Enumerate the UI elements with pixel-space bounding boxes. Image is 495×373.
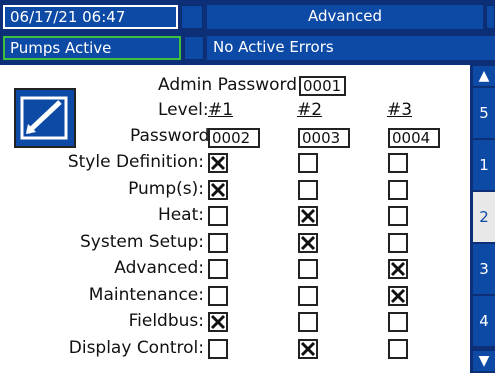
checkbox-level-3[interactable] [388, 286, 408, 306]
checkbox-level-1[interactable] [208, 339, 228, 359]
level-1-header: #1 [208, 100, 234, 120]
checkbox-level-2[interactable] [298, 312, 318, 332]
screen-title: Advanced [207, 5, 483, 29]
checkbox-level-2[interactable] [298, 259, 318, 279]
checkbox-level-3[interactable] [388, 153, 408, 173]
page-button-5[interactable]: 5 [473, 88, 495, 138]
password-level-3[interactable]: 0004 [388, 128, 440, 148]
row-label: Display Control: [68, 338, 204, 358]
admin-password-field[interactable]: 0001 [299, 76, 346, 96]
check-x-icon [390, 261, 406, 277]
row-label: Pump(s): [128, 179, 204, 199]
status-square [184, 36, 204, 60]
page-button-3[interactable]: 3 [473, 244, 495, 294]
level-2-header: #2 [297, 100, 323, 120]
checkbox-level-2[interactable] [298, 339, 318, 359]
password-label: Password: [130, 126, 216, 146]
row-label: System Setup: [79, 232, 204, 252]
check-x-icon [390, 288, 406, 304]
checkbox-level-2[interactable] [298, 206, 318, 226]
checkbox-level-3[interactable] [388, 206, 408, 226]
checkbox-level-1[interactable] [208, 286, 228, 306]
checkbox-level-1[interactable] [208, 180, 228, 200]
row-label: Heat: [157, 205, 204, 225]
check-x-icon [300, 208, 316, 224]
checkbox-level-2[interactable] [298, 286, 318, 306]
error-status: No Active Errors [207, 36, 495, 60]
page-button-2[interactable]: 2 [473, 192, 495, 242]
checkbox-level-2[interactable] [298, 153, 318, 173]
check-x-icon [210, 314, 226, 330]
checkbox-level-2[interactable] [298, 180, 318, 200]
checkbox-level-3[interactable] [388, 233, 408, 253]
check-x-icon [210, 182, 226, 198]
header-square-right [486, 5, 495, 29]
checkbox-level-1[interactable] [208, 153, 228, 173]
row-label: Maintenance: [88, 285, 204, 305]
check-x-icon [300, 235, 316, 251]
checkbox-level-1[interactable] [208, 233, 228, 253]
password-level-2[interactable]: 0003 [298, 128, 350, 148]
status-badge: Pumps Active [3, 36, 181, 60]
header-square [181, 5, 203, 29]
checkbox-level-1[interactable] [208, 206, 228, 226]
checkbox-level-3[interactable] [388, 339, 408, 359]
arrow-up-icon[interactable]: ▲ [473, 66, 495, 86]
checkbox-level-2[interactable] [298, 233, 318, 253]
checkbox-level-1[interactable] [208, 259, 228, 279]
checkbox-level-1[interactable] [208, 312, 228, 332]
datetime-display: 06/17/21 06:47 [3, 5, 178, 29]
page-button-4[interactable]: 4 [473, 296, 495, 346]
check-x-icon [300, 341, 316, 357]
row-label: Style Definition: [67, 152, 204, 172]
level-label: Level: [158, 100, 209, 120]
checkbox-level-3[interactable] [388, 312, 408, 332]
check-x-icon [210, 155, 226, 171]
page-button-1[interactable]: 1 [473, 140, 495, 190]
level-3-header: #3 [387, 100, 413, 120]
checkbox-level-3[interactable] [388, 180, 408, 200]
edit-pencil-icon[interactable] [14, 88, 76, 148]
row-label: Advanced: [114, 258, 204, 278]
checkbox-level-3[interactable] [388, 259, 408, 279]
admin-password-label: Admin Password: [158, 75, 303, 95]
arrow-down-icon[interactable]: ▼ [473, 351, 495, 371]
row-label: Fieldbus: [128, 311, 204, 331]
password-level-1[interactable]: 0002 [208, 128, 260, 148]
